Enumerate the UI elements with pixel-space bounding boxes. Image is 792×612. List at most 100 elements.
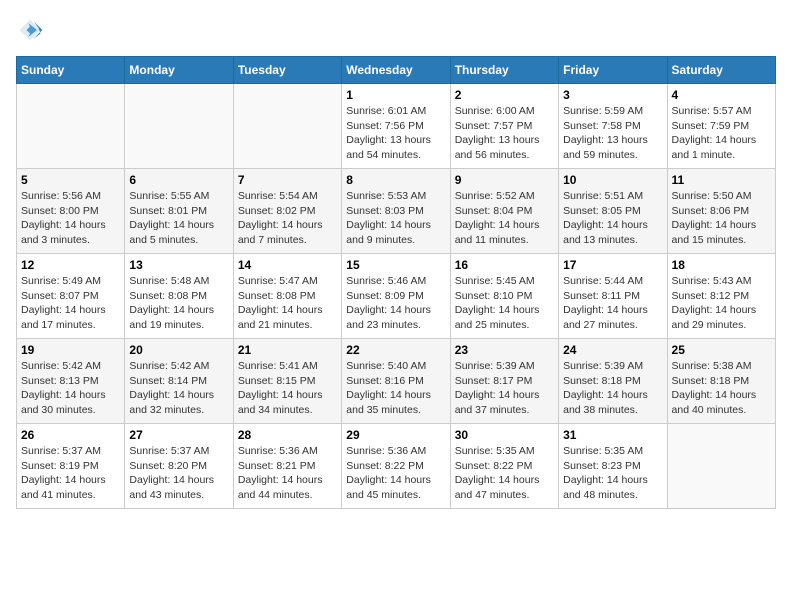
day-info: Sunrise: 5:42 AM Sunset: 8:13 PM Dayligh… xyxy=(21,359,120,418)
day-number: 12 xyxy=(21,258,120,272)
page-header xyxy=(16,16,776,44)
calendar-cell: 30 Sunrise: 5:35 AM Sunset: 8:22 PM Dayli… xyxy=(450,424,558,509)
calendar-body: 1 Sunrise: 6:01 AM Sunset: 7:56 PM Daylig… xyxy=(17,84,776,509)
day-info: Sunrise: 5:47 AM Sunset: 8:08 PM Dayligh… xyxy=(238,274,337,333)
day-number: 30 xyxy=(455,428,554,442)
calendar-cell: 6 Sunrise: 5:55 AM Sunset: 8:01 PM Daylig… xyxy=(125,169,233,254)
day-number: 17 xyxy=(563,258,662,272)
day-info: Sunrise: 5:41 AM Sunset: 8:15 PM Dayligh… xyxy=(238,359,337,418)
calendar-cell: 31Sunrise: 5:35 AM Sunset: 8:23 PM Dayli… xyxy=(559,424,667,509)
day-info: Sunrise: 6:01 AM Sunset: 7:56 PM Dayligh… xyxy=(346,104,445,163)
calendar-cell: 12Sunrise: 5:49 AM Sunset: 8:07 PM Dayli… xyxy=(17,254,125,339)
calendar-cell: 24 Sunrise: 5:39 AM Sunset: 8:18 PM Dayli… xyxy=(559,339,667,424)
calendar-cell: 8 Sunrise: 5:53 AM Sunset: 8:03 PM Daylig… xyxy=(342,169,450,254)
day-number: 22 xyxy=(346,343,445,357)
day-number: 13 xyxy=(129,258,228,272)
calendar-cell: 1 Sunrise: 6:01 AM Sunset: 7:56 PM Daylig… xyxy=(342,84,450,169)
header-row: SundayMondayTuesdayWednesdayThursdayFrid… xyxy=(17,57,776,84)
day-number: 19 xyxy=(21,343,120,357)
day-info: Sunrise: 5:39 AM Sunset: 8:17 PM Dayligh… xyxy=(455,359,554,418)
day-info: Sunrise: 5:51 AM Sunset: 8:05 PM Dayligh… xyxy=(563,189,662,248)
calendar-cell: 14 Sunrise: 5:47 AM Sunset: 8:08 PM Dayli… xyxy=(233,254,341,339)
day-info: Sunrise: 5:35 AM Sunset: 8:22 PM Dayligh… xyxy=(455,444,554,503)
day-info: Sunrise: 5:54 AM Sunset: 8:02 PM Dayligh… xyxy=(238,189,337,248)
weekday-header: Tuesday xyxy=(233,57,341,84)
calendar-cell: 28 Sunrise: 5:36 AM Sunset: 8:21 PM Dayli… xyxy=(233,424,341,509)
day-info: Sunrise: 5:40 AM Sunset: 8:16 PM Dayligh… xyxy=(346,359,445,418)
calendar-cell xyxy=(233,84,341,169)
day-info: Sunrise: 5:50 AM Sunset: 8:06 PM Dayligh… xyxy=(672,189,771,248)
day-info: Sunrise: 5:39 AM Sunset: 8:18 PM Dayligh… xyxy=(563,359,662,418)
calendar-cell: 15 Sunrise: 5:46 AM Sunset: 8:09 PM Dayli… xyxy=(342,254,450,339)
day-number: 5 xyxy=(21,173,120,187)
calendar-cell: 13 Sunrise: 5:48 AM Sunset: 8:08 PM Dayli… xyxy=(125,254,233,339)
calendar-cell: 27Sunrise: 5:37 AM Sunset: 8:20 PM Dayli… xyxy=(125,424,233,509)
logo xyxy=(16,16,48,44)
day-info: Sunrise: 5:59 AM Sunset: 7:58 PM Dayligh… xyxy=(563,104,662,163)
day-info: Sunrise: 5:52 AM Sunset: 8:04 PM Dayligh… xyxy=(455,189,554,248)
calendar-cell: 20 Sunrise: 5:42 AM Sunset: 8:14 PM Dayli… xyxy=(125,339,233,424)
day-info: Sunrise: 5:45 AM Sunset: 8:10 PM Dayligh… xyxy=(455,274,554,333)
weekday-header: Friday xyxy=(559,57,667,84)
calendar-cell: 16 Sunrise: 5:45 AM Sunset: 8:10 PM Dayli… xyxy=(450,254,558,339)
day-number: 20 xyxy=(129,343,228,357)
day-info: Sunrise: 5:36 AM Sunset: 8:21 PM Dayligh… xyxy=(238,444,337,503)
day-number: 28 xyxy=(238,428,337,442)
calendar-cell: 29 Sunrise: 5:36 AM Sunset: 8:22 PM Dayli… xyxy=(342,424,450,509)
day-info: Sunrise: 5:53 AM Sunset: 8:03 PM Dayligh… xyxy=(346,189,445,248)
calendar-cell: 23 Sunrise: 5:39 AM Sunset: 8:17 PM Dayli… xyxy=(450,339,558,424)
day-number: 1 xyxy=(346,88,445,102)
day-info: Sunrise: 5:48 AM Sunset: 8:08 PM Dayligh… xyxy=(129,274,228,333)
weekday-header: Saturday xyxy=(667,57,775,84)
day-info: Sunrise: 5:44 AM Sunset: 8:11 PM Dayligh… xyxy=(563,274,662,333)
day-info: Sunrise: 5:55 AM Sunset: 8:01 PM Dayligh… xyxy=(129,189,228,248)
day-info: Sunrise: 5:46 AM Sunset: 8:09 PM Dayligh… xyxy=(346,274,445,333)
calendar-cell xyxy=(125,84,233,169)
day-number: 6 xyxy=(129,173,228,187)
day-number: 7 xyxy=(238,173,337,187)
calendar-week-row: 1 Sunrise: 6:01 AM Sunset: 7:56 PM Daylig… xyxy=(17,84,776,169)
calendar-cell xyxy=(17,84,125,169)
calendar-cell: 10Sunrise: 5:51 AM Sunset: 8:05 PM Dayli… xyxy=(559,169,667,254)
day-number: 31 xyxy=(563,428,662,442)
day-info: Sunrise: 5:38 AM Sunset: 8:18 PM Dayligh… xyxy=(672,359,771,418)
day-number: 9 xyxy=(455,173,554,187)
calendar-week-row: 19 Sunrise: 5:42 AM Sunset: 8:13 PM Dayli… xyxy=(17,339,776,424)
day-number: 3 xyxy=(563,88,662,102)
logo-icon xyxy=(16,16,44,44)
day-info: Sunrise: 6:00 AM Sunset: 7:57 PM Dayligh… xyxy=(455,104,554,163)
day-number: 8 xyxy=(346,173,445,187)
day-info: Sunrise: 5:42 AM Sunset: 8:14 PM Dayligh… xyxy=(129,359,228,418)
day-number: 26 xyxy=(21,428,120,442)
day-info: Sunrise: 5:43 AM Sunset: 8:12 PM Dayligh… xyxy=(672,274,771,333)
day-number: 4 xyxy=(672,88,771,102)
calendar-cell: 2Sunrise: 6:00 AM Sunset: 7:57 PM Daylig… xyxy=(450,84,558,169)
day-number: 14 xyxy=(238,258,337,272)
day-number: 29 xyxy=(346,428,445,442)
calendar-week-row: 12Sunrise: 5:49 AM Sunset: 8:07 PM Dayli… xyxy=(17,254,776,339)
calendar-cell: 25Sunrise: 5:38 AM Sunset: 8:18 PM Dayli… xyxy=(667,339,775,424)
calendar-cell: 26 Sunrise: 5:37 AM Sunset: 8:19 PM Dayli… xyxy=(17,424,125,509)
calendar-cell: 4Sunrise: 5:57 AM Sunset: 7:59 PM Daylig… xyxy=(667,84,775,169)
calendar-cell: 11 Sunrise: 5:50 AM Sunset: 8:06 PM Dayli… xyxy=(667,169,775,254)
calendar-table: SundayMondayTuesdayWednesdayThursdayFrid… xyxy=(16,56,776,509)
day-number: 16 xyxy=(455,258,554,272)
calendar-cell: 19 Sunrise: 5:42 AM Sunset: 8:13 PM Dayli… xyxy=(17,339,125,424)
calendar-cell: 7 Sunrise: 5:54 AM Sunset: 8:02 PM Daylig… xyxy=(233,169,341,254)
day-info: Sunrise: 5:36 AM Sunset: 8:22 PM Dayligh… xyxy=(346,444,445,503)
day-number: 11 xyxy=(672,173,771,187)
day-number: 24 xyxy=(563,343,662,357)
day-number: 18 xyxy=(672,258,771,272)
day-info: Sunrise: 5:37 AM Sunset: 8:19 PM Dayligh… xyxy=(21,444,120,503)
weekday-header: Wednesday xyxy=(342,57,450,84)
calendar-cell: 17 Sunrise: 5:44 AM Sunset: 8:11 PM Dayli… xyxy=(559,254,667,339)
calendar-cell: 5Sunrise: 5:56 AM Sunset: 8:00 PM Daylig… xyxy=(17,169,125,254)
day-number: 15 xyxy=(346,258,445,272)
day-number: 21 xyxy=(238,343,337,357)
day-info: Sunrise: 5:37 AM Sunset: 8:20 PM Dayligh… xyxy=(129,444,228,503)
weekday-header: Thursday xyxy=(450,57,558,84)
weekday-header: Sunday xyxy=(17,57,125,84)
calendar-header: SundayMondayTuesdayWednesdayThursdayFrid… xyxy=(17,57,776,84)
calendar-cell: 21 Sunrise: 5:41 AM Sunset: 8:15 PM Dayli… xyxy=(233,339,341,424)
day-number: 23 xyxy=(455,343,554,357)
